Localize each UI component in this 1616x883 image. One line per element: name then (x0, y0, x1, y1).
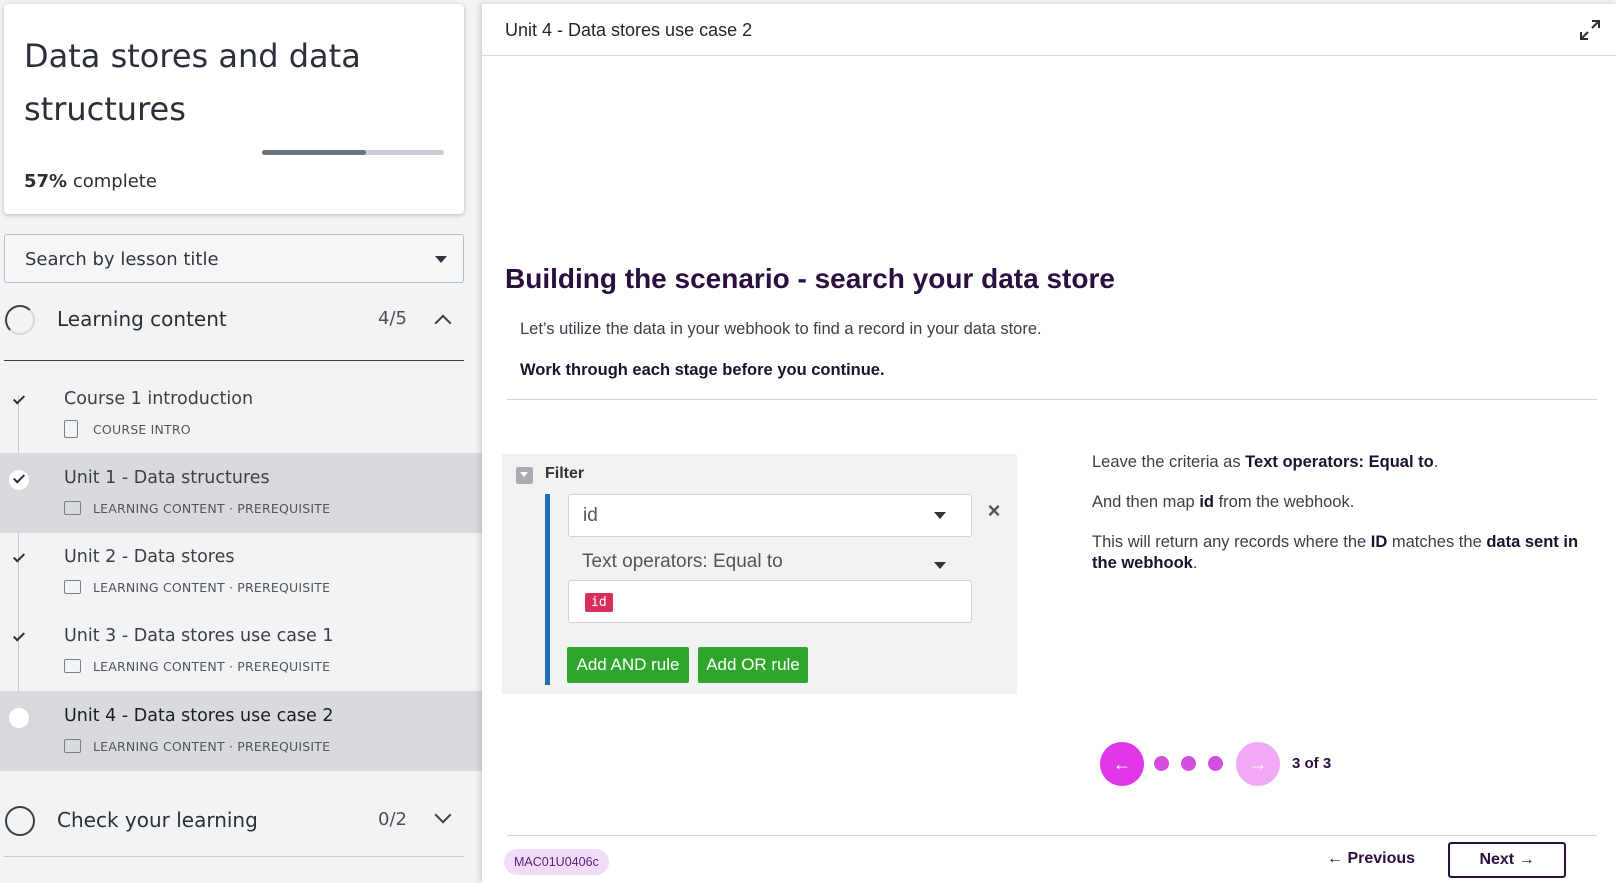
check-icon (12, 629, 26, 642)
check-icon (12, 392, 26, 405)
pager-text: 3 of 3 (1292, 755, 1332, 772)
course-card: Data stores and data structures 57% comp… (4, 4, 464, 214)
lesson-item-unit-1[interactable]: Unit 1 - Data structures LEARNING CONTEN… (0, 453, 482, 533)
note-paragraph: This will return any records where the I… (1092, 533, 1579, 572)
filter-rule-bar (545, 494, 550, 685)
lesson-meta: LEARNING CONTENT · PREREQUISITE (93, 659, 331, 674)
panel-title: Unit 4 - Data stores use case 2 (505, 20, 753, 40)
slide-divider (507, 399, 1597, 400)
lesson-title: Course 1 introduction (64, 389, 254, 409)
lesson-item-course-intro[interactable]: Course 1 introduction COURSE INTRO (0, 374, 482, 454)
section-count: 4/5 (378, 308, 407, 329)
next-slide-button[interactable]: → (1236, 742, 1280, 786)
filter-field-value: id (583, 505, 598, 526)
section-count: 0/2 (378, 809, 407, 830)
lesson-title: Unit 4 - Data stores use case 2 (64, 706, 334, 726)
collapse-checkbox-icon (516, 467, 533, 484)
pager-dot[interactable] (1154, 756, 1169, 771)
lesson-title: Unit 3 - Data stores use case 1 (64, 626, 334, 646)
section-learning-content[interactable]: Learning content 4/5 (0, 290, 470, 350)
lesson-title: Unit 1 - Data structures (64, 468, 270, 488)
section-divider (4, 856, 464, 857)
caret-down-icon (934, 512, 946, 519)
presentation-icon (64, 580, 81, 594)
lesson-search-select[interactable]: Search by lesson title (4, 234, 464, 283)
section-progress-ring-icon (5, 305, 35, 335)
filter-label: Filter (545, 465, 585, 482)
lesson-code-badge: MAC01U0406c (504, 849, 609, 875)
prev-slide-button[interactable]: ← (1100, 742, 1144, 786)
note-paragraph: And then map id from the webhook. (1092, 493, 1355, 511)
progress-suffix: complete (72, 171, 157, 192)
slide-subtitle: Let’s utilize the data in your webhook t… (520, 320, 1042, 338)
lesson-meta: LEARNING CONTENT · PREREQUISITE (93, 580, 331, 595)
close-icon: × (987, 498, 1001, 523)
instruction-notes: Leave the criteria as Text operators: Eq… (1092, 452, 1582, 593)
course-progress-bar (262, 150, 444, 155)
previous-button[interactable]: ← Previous (1327, 850, 1415, 868)
current-lesson-dot (9, 708, 29, 728)
caret-down-icon (934, 562, 946, 569)
filter-field-select: id (568, 494, 972, 537)
progress-percent: 57% (24, 171, 68, 192)
slide-pager: ← → 3 of 3 (1100, 742, 1400, 786)
slide-title: Building the scenario - search your data… (505, 263, 1115, 294)
chevron-down-icon[interactable] (434, 806, 452, 824)
lesson-meta: COURSE INTRO (93, 422, 191, 437)
filter-operator: Text operators: Equal to (582, 551, 783, 572)
slide-instruction: Work through each stage before you conti… (520, 361, 885, 379)
lesson-item-unit-2[interactable]: Unit 2 - Data stores LEARNING CONTENT · … (0, 532, 482, 612)
presentation-icon (64, 659, 81, 673)
caret-down-icon (435, 256, 447, 263)
note-paragraph: Leave the criteria as Text operators: Eq… (1092, 453, 1439, 471)
lesson-meta: LEARNING CONTENT · PREREQUISITE (93, 739, 331, 754)
add-and-rule-button: Add AND rule (567, 647, 689, 683)
footer-divider (507, 835, 1597, 836)
filter-illustration: Filter id × Text operators: Equal to id … (502, 454, 1017, 694)
panel-header: Unit 4 - Data stores use case 2 (482, 4, 1616, 56)
pager-dot-active[interactable] (1208, 756, 1223, 771)
filter-value-field: id (568, 580, 972, 623)
section-check-your-learning[interactable]: Check your learning 0/2 (0, 791, 470, 851)
lesson-search-label: Search by lesson title (25, 249, 219, 270)
pager-dot[interactable] (1181, 756, 1196, 771)
course-progress-text: 57% complete (24, 171, 157, 192)
lesson-item-unit-4[interactable]: Unit 4 - Data stores use case 2 LEARNING… (0, 691, 482, 771)
check-icon (12, 550, 26, 563)
document-icon (64, 420, 78, 438)
lesson-meta: LEARNING CONTENT · PREREQUISITE (93, 501, 331, 516)
course-progress-fill (262, 150, 366, 155)
course-title: Data stores and data structures (24, 37, 361, 128)
lesson-item-unit-3[interactable]: Unit 3 - Data stores use case 1 LEARNING… (0, 611, 482, 691)
add-or-rule-button: Add OR rule (698, 647, 808, 683)
lesson-content-panel: Unit 4 - Data stores use case 2 Building… (482, 4, 1616, 883)
presentation-icon (64, 501, 81, 515)
chevron-up-icon[interactable] (434, 314, 452, 332)
expand-icon[interactable] (1578, 18, 1602, 42)
next-button[interactable]: Next → (1448, 842, 1566, 878)
section-divider (4, 360, 464, 361)
section-title: Check your learning (57, 808, 258, 832)
lesson-title: Unit 2 - Data stores (64, 547, 235, 567)
id-variable-chip: id (585, 593, 613, 612)
section-progress-ring-icon (5, 806, 35, 836)
section-title: Learning content (57, 307, 227, 331)
presentation-icon (64, 739, 81, 753)
